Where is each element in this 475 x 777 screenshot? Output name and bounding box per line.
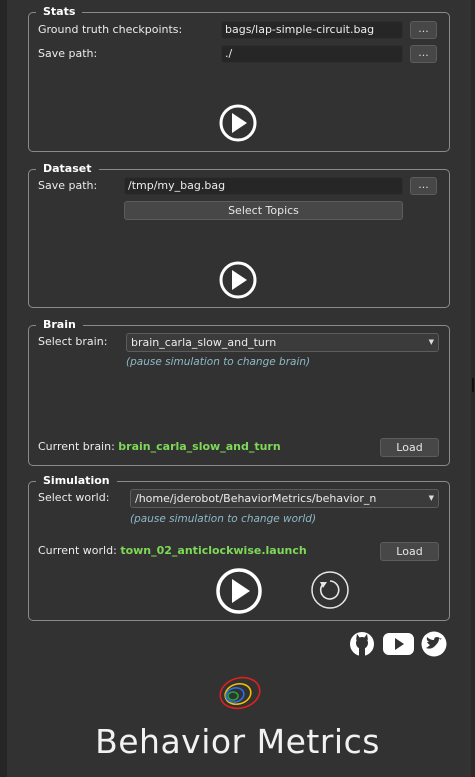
brain-title: Brain bbox=[36, 318, 83, 332]
world-select[interactable]: /home/jderobot/BehaviorMetrics/behavior_… bbox=[130, 489, 439, 508]
ground-truth-browse-button[interactable]: ... bbox=[410, 21, 437, 39]
current-world: Current world: town_02_anticlockwise.lau… bbox=[38, 544, 307, 558]
stats-save-path-label: Save path: bbox=[38, 47, 98, 60]
github-icon[interactable] bbox=[346, 631, 378, 657]
scroll-grip[interactable] bbox=[472, 378, 474, 392]
youtube-icon[interactable] bbox=[382, 631, 415, 657]
simulation-play-icon[interactable] bbox=[207, 568, 271, 614]
right-scrollbar[interactable] bbox=[471, 0, 475, 777]
world-select-value: /home/jderobot/BehaviorMetrics/behavior_… bbox=[135, 492, 377, 505]
brain-hint: (pause simulation to change brain) bbox=[126, 356, 311, 368]
stats-save-path-field[interactable]: ./ bbox=[221, 45, 403, 63]
select-brain-label: Select brain: bbox=[38, 335, 108, 348]
brain-group: Brain Select brain: brain_carla_slow_and… bbox=[28, 318, 450, 466]
chevron-down-icon: ▼ bbox=[426, 490, 434, 507]
load-world-button[interactable]: Load bbox=[380, 542, 439, 561]
dataset-group: Dataset Save path: /tmp/my_bag.bag ... S… bbox=[28, 162, 450, 308]
app-title: Behavior Metrics bbox=[95, 722, 380, 761]
load-brain-button[interactable]: Load bbox=[380, 438, 439, 457]
current-brain-value: brain_carla_slow_and_turn bbox=[118, 440, 281, 453]
world-hint: (pause simulation to change world) bbox=[130, 513, 317, 525]
current-brain: Current brain: brain_carla_slow_and_turn bbox=[38, 440, 281, 454]
simulation-group: Simulation Select world: /home/jderobot/… bbox=[28, 474, 450, 621]
dataset-save-path-field[interactable]: /tmp/my_bag.bag bbox=[124, 177, 403, 195]
current-world-label: Current world: bbox=[38, 544, 117, 557]
dataset-title: Dataset bbox=[36, 162, 99, 176]
current-world-value: town_02_anticlockwise.launch bbox=[120, 544, 307, 557]
current-brain-label: Current brain: bbox=[38, 440, 115, 453]
twitter-icon[interactable] bbox=[418, 631, 450, 657]
left-edge bbox=[0, 0, 7, 777]
ground-truth-field[interactable]: bags/lap-simple-circuit.bag bbox=[221, 21, 403, 39]
select-topics-button[interactable]: Select Topics bbox=[124, 201, 403, 220]
stats-save-path-browse-button[interactable]: ... bbox=[410, 45, 437, 63]
stats-title: Stats bbox=[36, 5, 83, 19]
dataset-save-path-label: Save path: bbox=[38, 179, 98, 192]
chevron-down-icon: ▼ bbox=[426, 334, 434, 351]
stats-play-icon[interactable] bbox=[213, 104, 263, 142]
select-world-label: Select world: bbox=[38, 491, 110, 504]
ground-truth-label: Ground truth checkpoints: bbox=[38, 23, 183, 36]
reset-icon[interactable] bbox=[308, 571, 352, 609]
simulation-title: Simulation bbox=[36, 474, 117, 488]
dataset-play-icon[interactable] bbox=[213, 261, 263, 299]
brain-select-value: brain_carla_slow_and_turn bbox=[131, 336, 277, 349]
dataset-browse-button[interactable]: ... bbox=[410, 177, 437, 195]
brain-select[interactable]: brain_carla_slow_and_turn ▼ bbox=[126, 333, 439, 352]
behavior-metrics-logo-icon bbox=[219, 676, 261, 710]
stats-group: Stats Ground truth checkpoints: bags/lap… bbox=[28, 5, 450, 152]
